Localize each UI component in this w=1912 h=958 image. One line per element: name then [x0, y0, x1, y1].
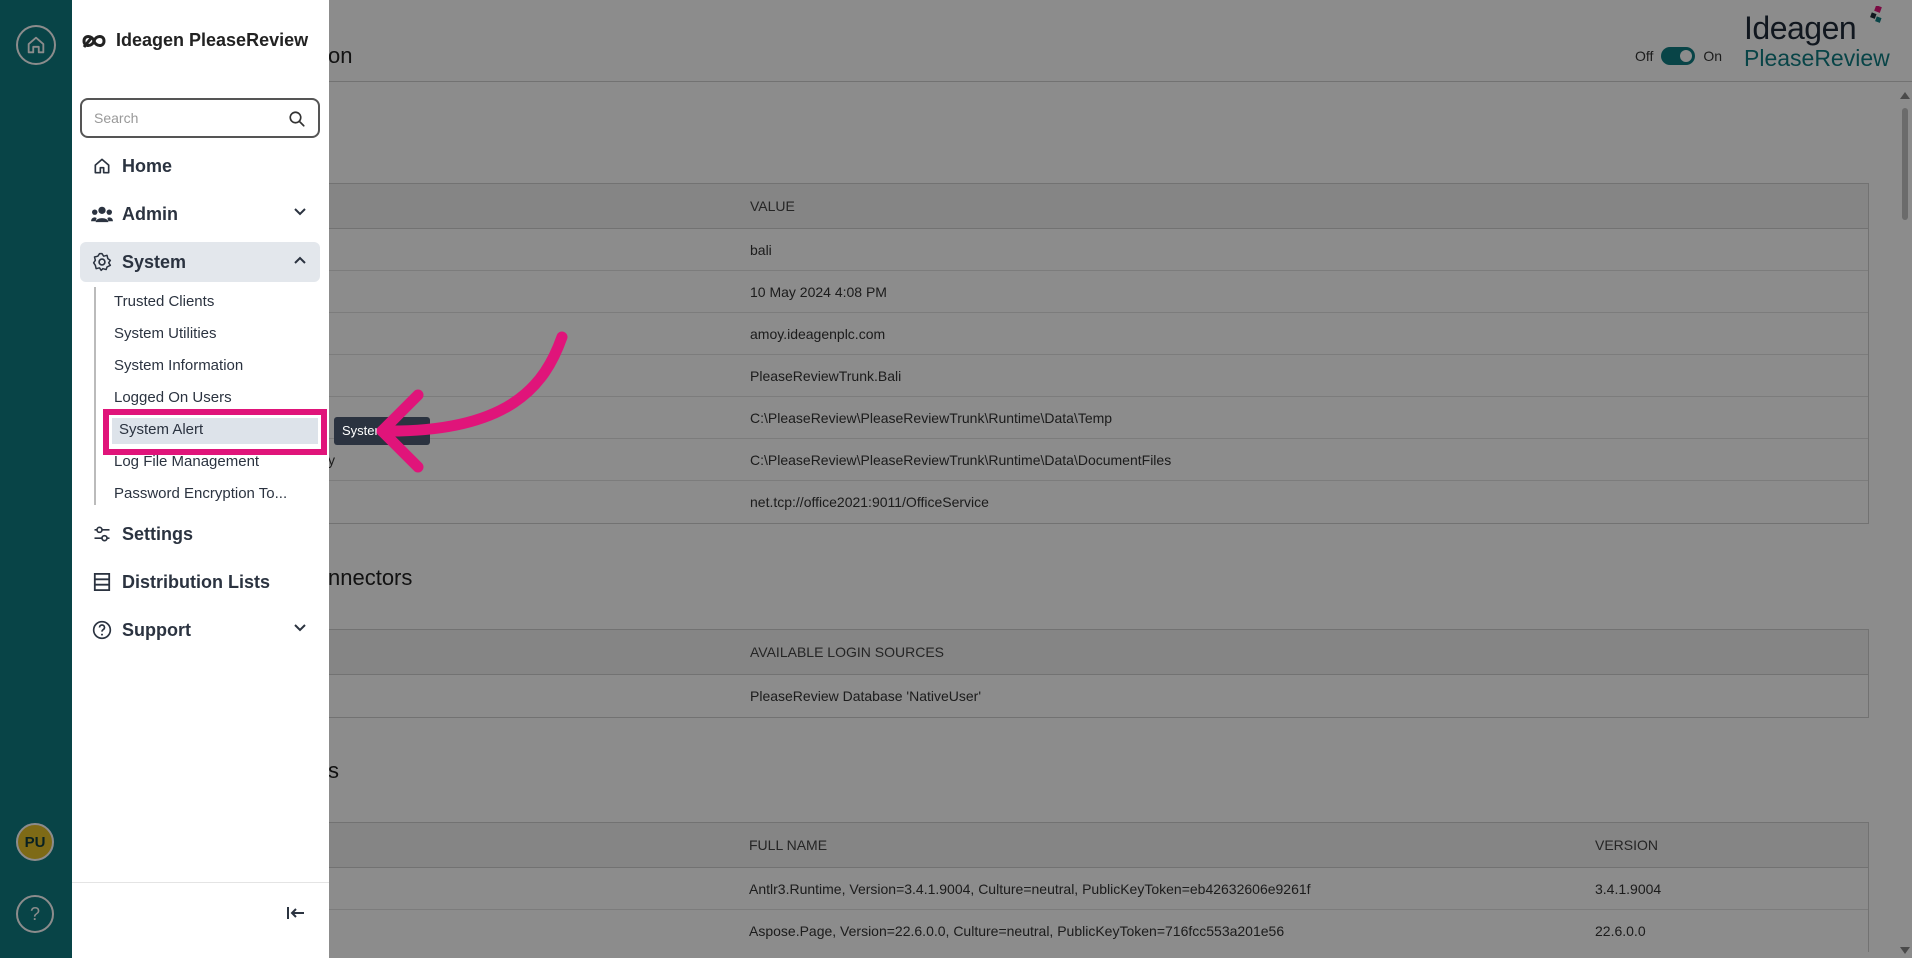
app-title: Ideagen PleaseReview: [116, 30, 309, 50]
annotation-arrow-icon: [376, 331, 568, 473]
list-icon: [90, 570, 114, 594]
subnav-item-password-encryption[interactable]: Password Encryption To...: [114, 485, 287, 502]
home-icon: [90, 154, 114, 178]
system-subnav: Trusted Clients System Utilities System …: [94, 287, 320, 505]
nav-item-label: System: [122, 251, 187, 272]
nav-item-label: Support: [122, 619, 191, 640]
nav-item-label: Admin: [122, 203, 178, 224]
nav-item-label: Settings: [122, 523, 194, 544]
chevron-up-icon: [294, 256, 306, 264]
subnav-item-system-utilities[interactable]: System Utilities: [114, 325, 217, 342]
nav-item-label: Home: [122, 155, 173, 176]
subnav-item-log-file-management[interactable]: Log File Management: [114, 453, 259, 470]
search-input[interactable]: [82, 100, 272, 136]
pleasereview-logo-icon: [82, 34, 106, 48]
users-icon: [90, 202, 114, 226]
subnav-item-system-information[interactable]: System Information: [114, 357, 243, 374]
nav-item-label: Distribution Lists: [122, 571, 270, 592]
chevron-down-icon: [294, 624, 306, 632]
nav-item-support[interactable]: Support: [80, 610, 320, 650]
nav-item-settings[interactable]: Settings: [80, 514, 320, 554]
collapse-sidebar-icon[interactable]: [286, 905, 306, 921]
search-icon[interactable]: [288, 110, 306, 128]
highlight-box: [103, 409, 327, 455]
nav-item-distribution-lists[interactable]: Distribution Lists: [80, 562, 320, 602]
nav-panel: Ideagen PleaseReview Home Admin System T…: [72, 0, 329, 958]
gear-icon: [90, 250, 114, 274]
subnav-item-trusted-clients[interactable]: Trusted Clients: [114, 293, 214, 310]
subnav-item-logged-on-users[interactable]: Logged On Users: [114, 389, 232, 406]
nav-item-admin[interactable]: Admin: [80, 194, 320, 234]
nav-item-home[interactable]: Home: [80, 146, 320, 186]
chevron-down-icon: [294, 208, 306, 216]
sliders-icon: [90, 522, 114, 546]
app-logo: Ideagen PleaseReview: [80, 30, 308, 51]
nav-search-box[interactable]: [80, 98, 320, 138]
help-circle-icon: [90, 618, 114, 642]
nav-item-system[interactable]: System: [80, 242, 320, 282]
nav-footer: [72, 882, 329, 958]
